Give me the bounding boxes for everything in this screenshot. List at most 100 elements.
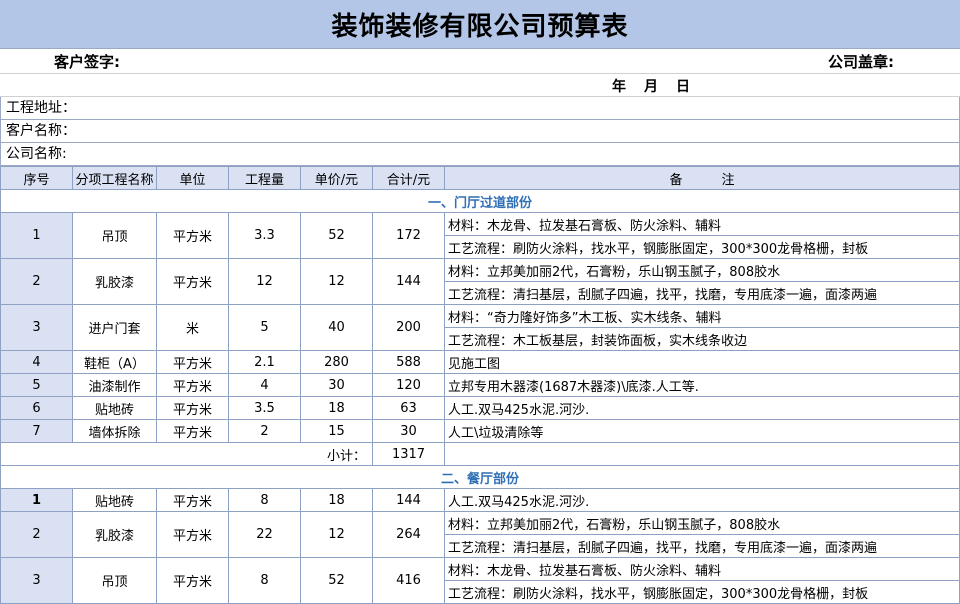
item-no[interactable]: 2 (0, 258, 73, 305)
item-note[interactable]: 工艺流程：清扫基层，刮腻子四遍，找平，找磨，专用底漆一遍，面漆两遍 (444, 534, 960, 558)
item-unit[interactable]: 平方米 (156, 488, 229, 512)
table-row: 2 乳胶漆 平方米 22 12 264 材料：立邦美加丽2代，石膏粉，乐山钢玉腻子，808胶… (0, 511, 960, 558)
item-total[interactable]: 588 (372, 350, 445, 374)
item-note[interactable]: 人工.双马425水泥.河沙. (444, 488, 960, 512)
item-name[interactable]: 乳胶漆 (72, 258, 157, 305)
item-unit[interactable]: 平方米 (156, 350, 229, 374)
item-name[interactable]: 吊顶 (72, 212, 157, 259)
item-total[interactable]: 172 (372, 212, 445, 259)
item-note[interactable]: 工艺流程：木工板基层，封装饰面板，实木线条收边 (444, 327, 960, 351)
item-note[interactable]: 材料：立邦美加丽2代，石膏粉，乐山钢玉腻子，808胶水 (444, 258, 960, 282)
table-row: 2 乳胶漆 平方米 12 12 144 材料：立邦美加丽2代，石膏粉，乐山钢玉腻子，808胶… (0, 258, 960, 305)
item-note[interactable]: 人工.双马425水泥.河沙. (444, 396, 960, 420)
item-note[interactable]: 工艺流程：刷防火涂料，找水平，钢膨胀固定，300*300龙骨格栅，封板 (444, 580, 960, 604)
item-name[interactable]: 贴地砖 (72, 396, 157, 420)
item-unit[interactable]: 平方米 (156, 258, 229, 305)
item-note[interactable]: 见施工图 (444, 350, 960, 374)
item-note[interactable]: 材料：“奇力隆好饰多”木工板、实木线条、辅料 (444, 304, 960, 328)
item-unit[interactable]: 平方米 (156, 557, 229, 604)
project-address-row[interactable]: 工程地址： (0, 97, 960, 120)
subtotal-row: 小计： 1317 (0, 442, 960, 466)
company-name-row[interactable]: 公司名称: (0, 143, 960, 166)
item-no[interactable]: 6 (0, 396, 73, 420)
item-note[interactable]: 材料：木龙骨、拉发基石膏板、防火涂料、辅料 (444, 557, 960, 581)
item-unit[interactable]: 米 (156, 304, 229, 351)
header-unit: 单位 (156, 166, 229, 190)
item-quantity[interactable]: 8 (228, 557, 301, 604)
item-no[interactable]: 3 (0, 557, 73, 604)
item-name[interactable]: 油漆制作 (72, 373, 157, 397)
date-row: 年 月 日 (0, 74, 960, 97)
item-name[interactable]: 贴地砖 (72, 488, 157, 512)
item-quantity[interactable]: 12 (228, 258, 301, 305)
item-unit-price[interactable]: 12 (300, 511, 373, 558)
item-unit[interactable]: 平方米 (156, 511, 229, 558)
customer-sign-label: 客户签字: (54, 53, 120, 71)
item-unit[interactable]: 平方米 (156, 419, 229, 443)
item-quantity[interactable]: 3.3 (228, 212, 301, 259)
item-note[interactable]: 立邦专用木器漆(1687木器漆)\底漆.人工等. (444, 373, 960, 397)
item-total[interactable]: 416 (372, 557, 445, 604)
item-total[interactable]: 144 (372, 488, 445, 512)
item-note[interactable]: 工艺流程：清扫基层，刮腻子四遍，找平，找磨，专用底漆一遍，面漆两遍 (444, 281, 960, 305)
item-quantity[interactable]: 5 (228, 304, 301, 351)
table-row: 1 吊顶 平方米 3.3 52 172 材料：木龙骨、拉发基石膏板、防火涂料、辅料 (0, 212, 960, 259)
item-no[interactable]: 2 (0, 511, 73, 558)
item-unit[interactable]: 平方米 (156, 373, 229, 397)
item-no[interactable]: 1 (0, 488, 73, 512)
header-item-name: 分项工程名称 (72, 166, 157, 190)
signature-row: 客户签字: 公司盖章: (0, 49, 960, 74)
budget-table: 序号 分项工程名称 单位 工程量 单价/元 合计/元 备 注 一、门厅过道部份 1… (0, 166, 960, 604)
customer-name-label: 客户名称： (6, 123, 76, 139)
item-unit[interactable]: 平方米 (156, 212, 229, 259)
table-header-row: 序号 分项工程名称 单位 工程量 单价/元 合计/元 备 注 (0, 166, 960, 190)
header-no: 序号 (0, 166, 73, 190)
item-unit-price[interactable]: 15 (300, 419, 373, 443)
item-note[interactable]: 人工\垃圾清除等 (444, 419, 960, 443)
item-total[interactable]: 144 (372, 258, 445, 305)
subtotal-value[interactable]: 1317 (372, 442, 445, 466)
item-no[interactable]: 3 (0, 304, 73, 351)
section-title: 一、门厅过道部份 (0, 189, 960, 213)
subtotal-note[interactable] (444, 442, 960, 466)
item-unit-price[interactable]: 18 (300, 396, 373, 420)
item-unit-price[interactable]: 30 (300, 373, 373, 397)
item-unit-price[interactable]: 52 (300, 557, 373, 604)
item-unit-price[interactable]: 12 (300, 258, 373, 305)
item-no[interactable]: 7 (0, 419, 73, 443)
item-quantity[interactable]: 8 (228, 488, 301, 512)
item-note[interactable]: 材料：立邦美加丽2代，石膏粉，乐山钢玉腻子，808胶水 (444, 511, 960, 535)
item-total[interactable]: 120 (372, 373, 445, 397)
section-header-row: 一、门厅过道部份 (0, 189, 960, 213)
item-quantity[interactable]: 3.5 (228, 396, 301, 420)
item-name[interactable]: 墙体拆除 (72, 419, 157, 443)
item-name[interactable]: 进户门套 (72, 304, 157, 351)
table-row: 3 进户门套米 5 40 200 材料：“奇力隆好饰多”木工板、实木线条、辅料 (0, 304, 960, 351)
item-total[interactable]: 63 (372, 396, 445, 420)
item-total[interactable]: 264 (372, 511, 445, 558)
item-name[interactable]: 鞋柜（A） (72, 350, 157, 374)
item-note[interactable]: 材料：木龙骨、拉发基石膏板、防火涂料、辅料 (444, 212, 960, 236)
item-quantity[interactable]: 4 (228, 373, 301, 397)
item-unit-price[interactable]: 280 (300, 350, 373, 374)
item-no[interactable]: 1 (0, 212, 73, 259)
item-unit[interactable]: 平方米 (156, 396, 229, 420)
subtotal-label: 小计： (0, 442, 373, 466)
item-no[interactable]: 4 (0, 350, 73, 374)
table-row: 7 墙体拆除 平方米 2 15 30 人工\垃圾清除等 (0, 419, 960, 443)
item-quantity[interactable]: 2.1 (228, 350, 301, 374)
item-no[interactable]: 5 (0, 373, 73, 397)
item-unit-price[interactable]: 52 (300, 212, 373, 259)
customer-name-row[interactable]: 客户名称： (0, 120, 960, 143)
item-note[interactable]: 工艺流程：刷防火涂料，找水平，钢膨胀固定，300*300龙骨格栅，封板 (444, 235, 960, 259)
project-address-label: 工程地址： (6, 100, 76, 116)
item-total[interactable]: 30 (372, 419, 445, 443)
item-unit-price[interactable]: 18 (300, 488, 373, 512)
item-unit-price[interactable]: 40 (300, 304, 373, 351)
item-total[interactable]: 200 (372, 304, 445, 351)
item-name[interactable]: 吊顶 (72, 557, 157, 604)
table-row: 5 油漆制作 平方米 4 30 120 立邦专用木器漆(1687木器漆)\底漆.人工等. (0, 373, 960, 397)
item-quantity[interactable]: 2 (228, 419, 301, 443)
item-name[interactable]: 乳胶漆 (72, 511, 157, 558)
item-quantity[interactable]: 22 (228, 511, 301, 558)
